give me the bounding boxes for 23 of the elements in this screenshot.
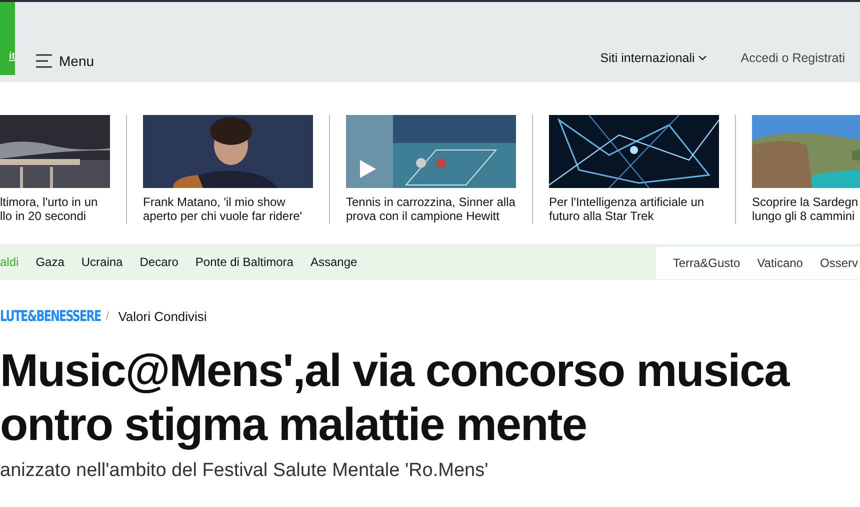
topic-link[interactable]: Ponte di Baltimora [195, 255, 294, 269]
chevron-down-icon [698, 55, 707, 61]
section-link[interactable]: Terra&Gusto [672, 256, 740, 270]
topic-link[interactable]: Assange [310, 255, 358, 269]
article-subtitle: anizzato nell'ambito del Festival Salute Mentale 'Ro.Mens' [0, 460, 490, 482]
story-title[interactable]: Scoprire la Sardegn lungo gli 8 cammini [752, 195, 860, 223]
international-sites-dropdown[interactable]: Siti internazionali [600, 51, 707, 65]
story-title[interactable]: Per l'Intelligenza artificiale un futuro alla Star Trek [549, 195, 719, 223]
story-title[interactable]: Frank Matano, 'il mio show aperto per chi vuole far ridere' [143, 195, 313, 223]
story-title[interactable]: Tennis in carrozzina, Sinner alla prova con il campione Hewitt [346, 195, 516, 223]
play-icon[interactable] [360, 160, 376, 178]
story-title[interactable]: ltimora, l'urto in un llo in 20 secondi [0, 195, 110, 223]
topic-link[interactable]: Decaro [140, 255, 178, 269]
topic-link[interactable]: Ucraina [81, 255, 123, 269]
section-link[interactable]: Osserv [820, 256, 858, 270]
menu-icon [35, 54, 53, 68]
topic-link[interactable]: Gaza [36, 255, 64, 269]
menu-button[interactable]: Menu [35, 53, 94, 69]
breadcrumb-link[interactable]: Valori Condivisi [118, 308, 207, 324]
article-headline: Music@Mens',al via concorso musica ontro stigma malattie mente [0, 343, 791, 451]
login-link[interactable]: Accedi o Registrati [740, 51, 845, 65]
breadcrumb-separator: / [106, 309, 110, 323]
section-link[interactable]: Vaticano [757, 256, 803, 270]
